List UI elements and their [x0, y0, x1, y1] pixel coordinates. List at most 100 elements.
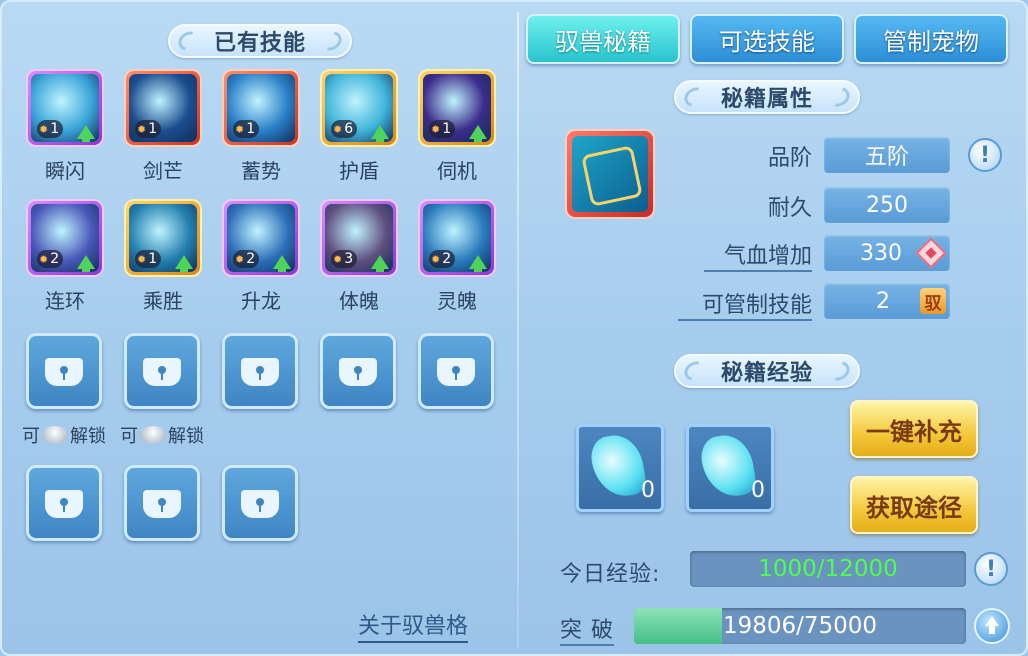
swirl-ornament-icon — [824, 357, 854, 385]
locked-skill-slot[interactable] — [124, 333, 200, 409]
locked-skill-slot[interactable] — [418, 333, 494, 409]
skill-name: 乘胜 — [143, 289, 183, 313]
skill-level: 1 — [442, 121, 452, 137]
paw-icon: ✹ — [333, 122, 343, 136]
lock-icon — [437, 358, 475, 386]
skill-level: 3 — [344, 251, 354, 267]
exp-item-slot[interactable]: 0 — [686, 424, 774, 512]
skill-icon[interactable]: ✹ 2 — [418, 199, 496, 277]
today-exp-bar: 1000/12000 — [690, 551, 966, 587]
refill-button[interactable]: 一键补充 — [850, 400, 978, 458]
swirl-ornament-icon — [174, 27, 204, 55]
attr-value-durability: 250 — [824, 187, 950, 223]
locked-skill-slot[interactable] — [26, 465, 102, 541]
swirl-ornament-icon — [680, 357, 710, 385]
unlock-hint-suffix: 解锁 — [70, 426, 106, 447]
skill-icon[interactable]: ✹ 1 — [222, 69, 300, 147]
experience-title-text: 秘籍经验 — [720, 361, 813, 386]
lock-icon — [45, 358, 83, 386]
skill-icon[interactable]: ✹ 2 — [26, 199, 104, 277]
paw-icon: ✹ — [137, 122, 147, 136]
upgrade-arrow-icon — [371, 255, 389, 272]
attr-label-hp-bonus[interactable]: 气血增加 — [704, 238, 812, 272]
skill-level: 2 — [50, 251, 60, 267]
upgrade-arrow-icon — [273, 255, 291, 272]
skill-level: 1 — [50, 121, 60, 137]
panel-divider — [517, 12, 519, 648]
lock-icon — [241, 358, 279, 386]
upgrade-arrow-icon — [371, 125, 389, 142]
locked-skill-slot[interactable] — [320, 333, 396, 409]
attr-label-controllable-skills[interactable]: 可管制技能 — [678, 287, 812, 321]
skill-level-badge: ✹ 2 — [37, 250, 64, 268]
grade-help-icon[interactable]: ! — [968, 138, 1002, 172]
book-cover-art — [572, 136, 648, 212]
upgrade-arrow-icon — [469, 125, 487, 142]
skill-level: 2 — [246, 251, 256, 267]
paw-icon: ✹ — [235, 122, 245, 136]
paw-icon: ✹ — [137, 252, 147, 266]
breakthrough-value: 19806/75000 — [722, 613, 878, 639]
skill-art: ✹ 2 — [31, 204, 99, 272]
locked-skill-slot[interactable] — [222, 333, 298, 409]
skill-name: 灵魄 — [437, 289, 477, 313]
lock-icon — [339, 358, 377, 386]
skill-level-badge: ✹ 1 — [135, 120, 162, 138]
swirl-ornament-icon — [316, 27, 346, 55]
skill-icon[interactable]: ✹ 1 — [124, 199, 202, 277]
breakthrough-label[interactable]: 突 破 — [560, 612, 614, 646]
exp-item-count: 0 — [751, 478, 765, 503]
skill-icon[interactable]: ✹ 1 — [418, 69, 496, 147]
skill-art: ✹ 1 — [129, 204, 197, 272]
skill-art: ✹ 1 — [31, 74, 99, 142]
skill-level-badge: ✹ 2 — [233, 250, 260, 268]
breakthrough-up-icon[interactable] — [974, 608, 1010, 644]
skill-level-badge: ✹ 1 — [429, 120, 456, 138]
locked-skill-slot[interactable] — [26, 333, 102, 409]
skill-level-badge: ✹ 1 — [37, 120, 64, 138]
locked-skill-slot[interactable] — [222, 465, 298, 541]
owned-skills-title-text: 已有技能 — [213, 31, 306, 56]
skill-name: 蓄势 — [241, 159, 281, 183]
exp-item-slot[interactable]: 0 — [576, 424, 664, 512]
secret-book-icon[interactable] — [565, 129, 655, 219]
paw-icon: ✹ — [431, 122, 441, 136]
skill-icon[interactable]: ✹ 2 — [222, 199, 300, 277]
attributes-title: 秘籍属性 — [674, 80, 860, 114]
swirl-ornament-icon — [824, 83, 854, 111]
skill-icon[interactable]: ✹ 1 — [124, 69, 202, 147]
attr-label-durability: 耐久 — [767, 196, 812, 221]
unlock-hint-prefix: 可 — [120, 426, 138, 447]
tab-secret-book[interactable]: 驭兽秘籍 — [526, 14, 680, 64]
skill-level: 2 — [442, 251, 452, 267]
skill-name: 伺机 — [437, 159, 477, 183]
skill-icon[interactable]: ✹ 1 — [26, 69, 104, 147]
unlock-hint-suffix: 解锁 — [168, 426, 204, 447]
obtain-route-button[interactable]: 获取途径 — [850, 476, 978, 534]
lock-icon — [143, 358, 181, 386]
today-exp-label: 今日经验: — [560, 562, 661, 587]
today-exp-help-icon[interactable]: ! — [974, 552, 1008, 586]
skill-icon[interactable]: ✹ 6 — [320, 69, 398, 147]
skill-level-badge: ✹ 1 — [233, 120, 260, 138]
skill-level: 1 — [148, 121, 158, 137]
tab-optional-skills[interactable]: 可选技能 — [690, 14, 844, 64]
tab-controlled-pets[interactable]: 管制宠物 — [854, 14, 1008, 64]
upgrade-arrow-icon — [77, 125, 95, 142]
silver-ingot-icon — [140, 426, 166, 444]
skill-art: ✹ 6 — [325, 74, 393, 142]
spirit-horse-icon — [697, 431, 759, 501]
skill-level: 1 — [246, 121, 256, 137]
breakthrough-bar: 19806/75000 — [634, 608, 966, 644]
attr-label-grade: 品阶 — [767, 146, 812, 171]
skill-icon[interactable]: ✹ 3 — [320, 199, 398, 277]
paw-icon: ✹ — [39, 122, 49, 136]
about-slot-link[interactable]: 关于驭兽格 — [358, 608, 469, 643]
attr-value-grade: 五阶 — [824, 137, 950, 173]
skill-name: 升龙 — [241, 289, 281, 313]
skill-art: ✹ 3 — [325, 204, 393, 272]
upgrade-arrow-icon — [469, 255, 487, 272]
pet-skill-panel: 已有技能 ✹ 1 瞬闪 ✹ 1 剑芒 ✹ 1 蓄势 ✹ 6 护盾 ✹ 1 伺机 ✹ 2 连环 ✹ 1 乘胜 ✹ 2 升龙 ✹ 3 体… — [0, 0, 1028, 656]
locked-skill-slot[interactable] — [124, 465, 200, 541]
paw-icon: ✹ — [235, 252, 245, 266]
